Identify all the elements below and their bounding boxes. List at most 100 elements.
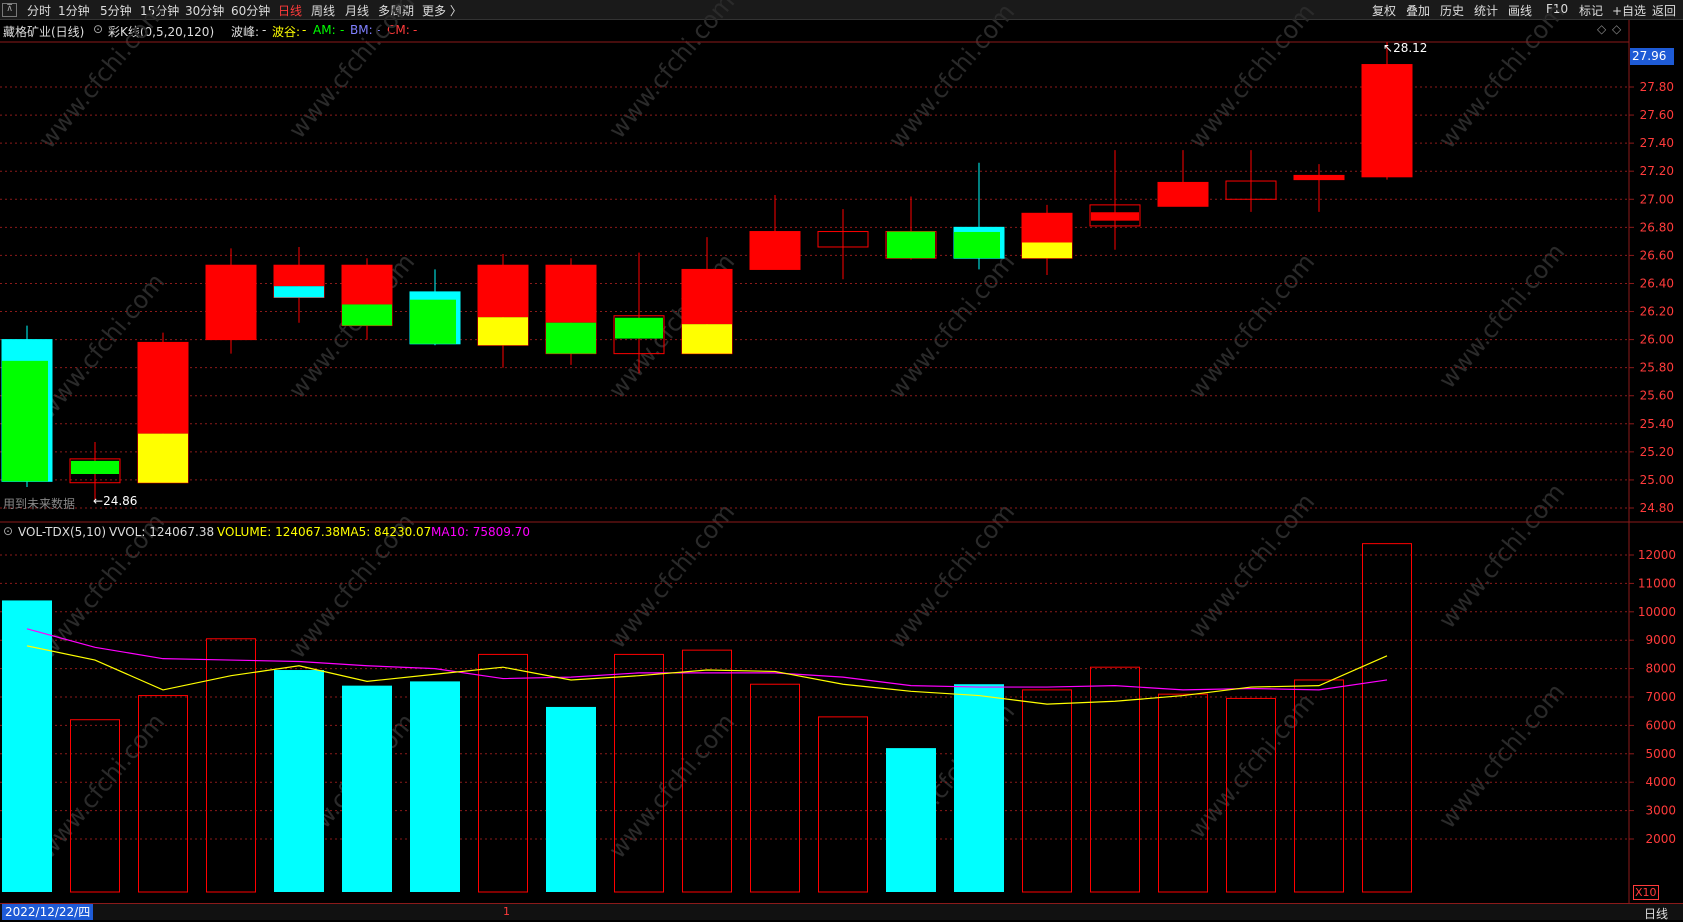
- watermark-text: www.cfchi.com: [33, 0, 170, 154]
- volume-tick-label: 6000: [1645, 718, 1676, 732]
- price-tick-label: 25.40: [1640, 417, 1674, 431]
- kline-chart[interactable]: www.cfchi.com www.cfchi.com www.cfchi.com w…: [0, 0, 1683, 903]
- price-tick-label: 26.80: [1640, 220, 1674, 234]
- candlestick[interactable]: [1, 325, 53, 487]
- volume-bar[interactable]: [1158, 693, 1208, 893]
- volume-bar[interactable]: [410, 681, 460, 892]
- candle-body-upper: [274, 265, 324, 287]
- volume-tick-label: 8000: [1645, 662, 1676, 676]
- watermark-text: www.cfchi.com: [1433, 0, 1570, 154]
- candlestick[interactable]: [137, 332, 189, 484]
- candlestick[interactable]: [69, 442, 121, 500]
- watermark-text: www.cfchi.com: [1183, 0, 1320, 154]
- price-tick-label: 26.40: [1640, 276, 1674, 290]
- volume-tick-label: 10000: [1638, 605, 1676, 619]
- volume-tick-label: 3000: [1645, 804, 1676, 818]
- candle-body-lower: [342, 304, 392, 326]
- candlestick[interactable]: [1361, 42, 1413, 180]
- watermark-text: www.cfchi.com: [603, 708, 740, 864]
- volume-tick-label: 2000: [1645, 832, 1676, 846]
- candlestick[interactable]: [545, 258, 597, 365]
- price-tick-label: 27.00: [1640, 192, 1674, 206]
- price-tick-label: 27.80: [1640, 80, 1674, 94]
- high-price-marker: ↖28.12: [1383, 41, 1428, 55]
- candle-body-upper: [546, 265, 596, 323]
- vol-indicator-name[interactable]: VOL-TDX(5,10): [18, 525, 106, 539]
- candlestick[interactable]: [1225, 150, 1277, 212]
- candle-body-lower: [478, 317, 528, 346]
- candlestick[interactable]: [1157, 150, 1209, 207]
- candle-body: [887, 231, 935, 259]
- period-label[interactable]: 日线: [1644, 905, 1668, 922]
- price-tick-label: 25.80: [1640, 361, 1674, 375]
- candlestick[interactable]: [953, 162, 1005, 270]
- low-price-value: 24.86: [103, 494, 138, 508]
- candle-body: [206, 265, 256, 340]
- ma10-label: MA10: 75809.70: [431, 525, 530, 539]
- vol-menu-icon[interactable]: ⊙: [3, 524, 13, 538]
- vvol-label: VVOL: 124067.38: [109, 525, 215, 539]
- watermark-text: www.cfchi.com: [883, 0, 1020, 154]
- candle-body-upper: [342, 265, 392, 305]
- candlestick[interactable]: [1089, 150, 1141, 250]
- volume-bar[interactable]: [342, 685, 392, 892]
- volume-tick-label: 9000: [1645, 633, 1676, 647]
- candle-body-green: [954, 231, 1000, 259]
- candlestick[interactable]: [1021, 204, 1073, 276]
- candle-body: [750, 231, 800, 270]
- status-bar: 2022/12/22/四 1 日线: [0, 903, 1683, 922]
- watermark-text: www.cfchi.com: [1183, 688, 1320, 844]
- volume-tick-label: 11000: [1638, 576, 1676, 590]
- watermark-text: www.cfchi.com: [33, 708, 170, 864]
- candle-body-lower: [682, 324, 732, 354]
- current-price-label: 27.96: [1630, 48, 1674, 65]
- volume-bar[interactable]: [1022, 689, 1072, 893]
- cursor-date: 2022/12/22/四: [2, 904, 94, 920]
- candle-body-lower: [1022, 242, 1072, 259]
- candlestick[interactable]: [205, 248, 257, 354]
- volume-bar[interactable]: [750, 683, 800, 893]
- low-price-marker: ←24.86: [93, 494, 138, 508]
- volume-bar[interactable]: [478, 653, 528, 893]
- candle-body-upper: [138, 342, 188, 434]
- candle-body: [1294, 175, 1344, 180]
- price-tick-label: 26.60: [1640, 248, 1674, 262]
- candlestick[interactable]: [817, 209, 869, 280]
- volume-bar[interactable]: [818, 716, 868, 893]
- volume-bar[interactable]: [954, 684, 1004, 892]
- price-tick-label: 27.20: [1640, 164, 1674, 178]
- future-data-note: 用到未来数据: [3, 497, 76, 511]
- volume-unit: X10: [1633, 885, 1659, 900]
- candlestick[interactable]: [477, 253, 529, 368]
- candlestick[interactable]: [409, 269, 461, 346]
- volume-bar[interactable]: [886, 748, 936, 892]
- price-tick-label: 25.00: [1640, 473, 1674, 487]
- candlestick[interactable]: [749, 195, 801, 270]
- candlestick[interactable]: [885, 196, 937, 260]
- volume-bar[interactable]: [2, 600, 52, 892]
- ma10-line: [26, 628, 1388, 691]
- candle-body: [1362, 64, 1412, 177]
- candle-body-upper: [1022, 213, 1072, 243]
- price-tick-label: 25.60: [1640, 389, 1674, 403]
- watermark-text: www.cfchi.com: [603, 0, 740, 144]
- high-price-value: 28.12: [1393, 41, 1428, 55]
- candle-body-lower: [138, 433, 188, 483]
- volume-bar[interactable]: [274, 670, 324, 892]
- mid-marker: 1: [503, 905, 510, 918]
- watermark-text: www.cfchi.com: [1433, 238, 1570, 394]
- candle-body-green: [615, 317, 663, 339]
- watermark-text: www.cfchi.com: [883, 498, 1020, 654]
- price-tick-label: 26.00: [1640, 333, 1674, 347]
- volume-bar[interactable]: [1362, 543, 1412, 893]
- candle-body-green: [2, 360, 48, 482]
- candle-body-upper: [478, 265, 528, 318]
- volume-tick-label: 5000: [1645, 747, 1676, 761]
- price-tick-label: 27.60: [1640, 108, 1674, 122]
- volume-tick-label: 4000: [1645, 775, 1676, 789]
- volume-bar[interactable]: [206, 638, 256, 893]
- candle-body: [1158, 182, 1208, 207]
- watermark-text: www.cfchi.com: [603, 498, 740, 654]
- watermark-text: www.cfchi.com: [883, 248, 1020, 404]
- volume-bar[interactable]: [546, 706, 596, 892]
